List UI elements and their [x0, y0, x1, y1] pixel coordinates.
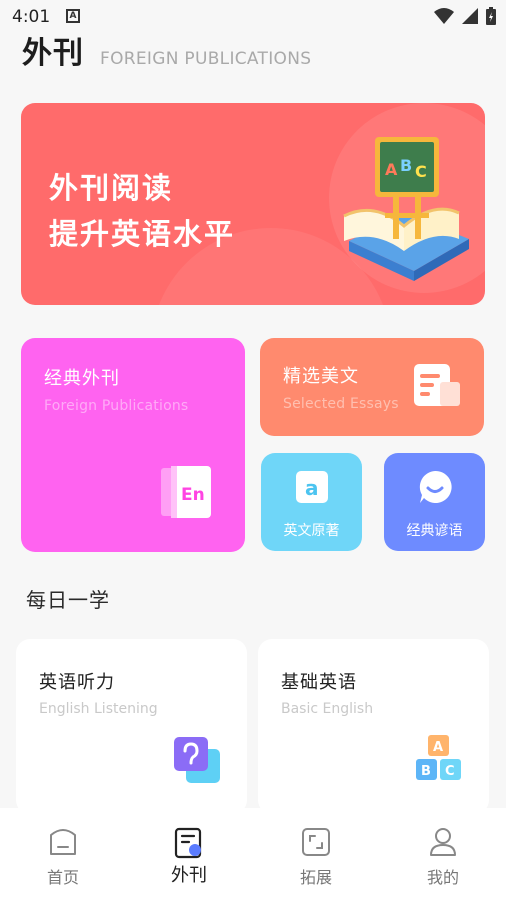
tab-label: 我的 — [426, 868, 459, 887]
expand-icon — [302, 828, 330, 856]
profile-icon — [430, 828, 456, 856]
card-subtitle: Selected Essays — [283, 396, 399, 412]
card-subtitle: English Listening — [39, 701, 158, 717]
tab-home[interactable]: 首页 — [0, 808, 126, 901]
block-letter-b: B — [421, 764, 431, 779]
document-icon — [414, 364, 460, 406]
card-title: 英语听力 — [39, 672, 115, 693]
page-header: 外刊 FOREIGN PUBLICATIONS — [22, 32, 311, 72]
english-originals-card[interactable]: a 英文原著 — [261, 453, 362, 551]
card-subtitle: Foreign Publications — [44, 398, 189, 414]
card-label: 经典谚语 — [406, 523, 463, 539]
battery-icon — [486, 7, 496, 25]
english-listening-card[interactable]: 英语听力 English Listening — [16, 639, 247, 814]
card-label: 英文原著 — [283, 523, 340, 539]
tab-label: 首页 — [46, 868, 79, 887]
ear-icon — [174, 737, 220, 783]
en-badge-text: En — [181, 485, 205, 505]
letter-a-text: a — [305, 476, 319, 500]
notification-icon: A — [66, 9, 80, 23]
promo-banner[interactable]: 外刊阅读 提升英语水平 A B C — [21, 103, 485, 305]
section-title: 每日一学 — [26, 588, 110, 612]
signal-icon — [462, 8, 478, 24]
tab-label: 拓展 — [299, 868, 332, 887]
publication-icon — [174, 827, 202, 859]
home-icon — [50, 829, 76, 855]
page-title: 外刊 — [22, 36, 84, 71]
books-abc-illustration: A B C — [343, 137, 469, 281]
selected-essays-card[interactable]: 精选美文 Selected Essays — [260, 338, 484, 436]
status-icons — [434, 7, 496, 25]
tab-expand[interactable]: 拓展 — [253, 808, 379, 901]
block-letter-c: C — [445, 764, 455, 779]
card-subtitle: Basic English — [281, 701, 374, 717]
basic-english-card[interactable]: 基础英语 Basic English A B C — [258, 639, 489, 814]
tab-publications[interactable]: 外刊 — [126, 808, 252, 901]
abc-blocks-icon: A B C — [416, 735, 461, 780]
classic-sayings-card[interactable]: 经典谚语 — [384, 453, 485, 551]
chat-bubble-icon — [419, 470, 452, 503]
board-letter-b: B — [400, 156, 412, 175]
tab-profile[interactable]: 我的 — [380, 808, 506, 901]
letter-a-icon: a — [296, 471, 328, 503]
wifi-icon — [434, 8, 454, 24]
board-letter-a: A — [385, 160, 398, 179]
block-letter-a: A — [433, 740, 443, 755]
banner-line1: 外刊阅读 — [49, 171, 174, 205]
board-letter-c: C — [415, 162, 427, 181]
tab-label: 外刊 — [171, 865, 207, 886]
foreign-publications-card[interactable]: 经典外刊 Foreign Publications En — [21, 338, 245, 552]
card-title: 基础英语 — [281, 672, 357, 693]
en-book-icon: En — [161, 466, 211, 518]
status-time: 4:01 — [12, 7, 51, 27]
card-title: 精选美文 — [283, 366, 359, 387]
banner-line2: 提升英语水平 — [49, 217, 236, 251]
card-title: 经典外刊 — [44, 368, 120, 389]
page-subtitle: FOREIGN PUBLICATIONS — [100, 49, 312, 69]
bottom-tab-bar: 首页 外刊 拓展 我的 — [0, 808, 506, 901]
